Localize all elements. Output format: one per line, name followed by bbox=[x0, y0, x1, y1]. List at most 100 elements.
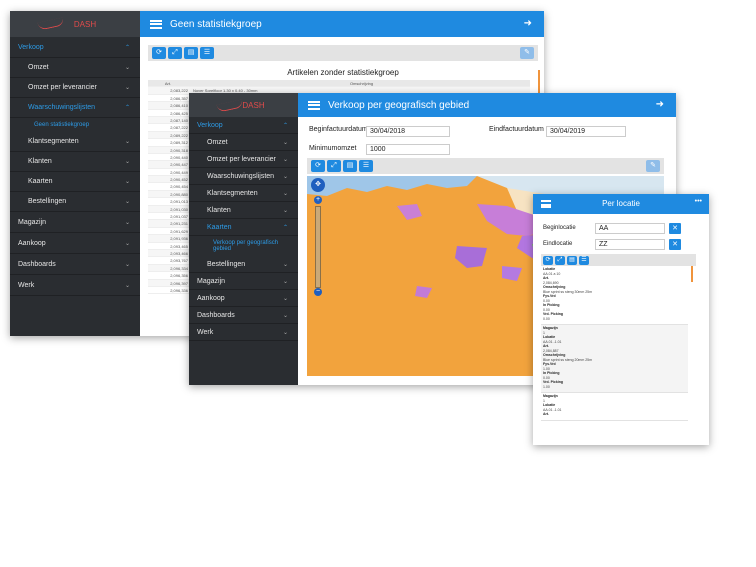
map-pan-control[interactable]: ✥ bbox=[311, 178, 325, 192]
sidebar-item-label: Geen statistiekgroep bbox=[34, 122, 90, 128]
sidebar-item-label: Omzet per leverancier bbox=[28, 84, 97, 91]
begin-date-field[interactable]: 30/04/2018 bbox=[366, 126, 450, 137]
filter-icon[interactable]: ☰ bbox=[579, 255, 589, 265]
refresh-icon[interactable]: ⟳ bbox=[152, 47, 166, 59]
sidebar-item-label: Verkoop bbox=[197, 121, 223, 129]
chevron-up-icon: ⌃ bbox=[282, 224, 288, 231]
cell-art: 2,089,222 bbox=[170, 132, 188, 138]
cell-art: 2,090,440 bbox=[170, 154, 188, 160]
expand-icon[interactable]: ⤢ bbox=[327, 160, 341, 172]
sidebar-nav: Verkoop ⌃ Omzet ⌄ Omzet per leverancier ⌄ Waar… bbox=[10, 37, 140, 296]
chevron-down-icon: ⌄ bbox=[282, 156, 288, 163]
sidebar-item-werk[interactable]: Werk ⌄ bbox=[10, 275, 140, 296]
cell-art: 2,089,312 bbox=[170, 140, 188, 146]
cell-art: 2,087,140 bbox=[170, 117, 188, 123]
col-header-desc: Omschrijving bbox=[349, 81, 374, 86]
cell-art: 2,090,449 bbox=[170, 169, 188, 175]
map-zoom-slider[interactable] bbox=[315, 206, 321, 288]
min-revenue-field[interactable]: 1000 bbox=[366, 144, 450, 155]
logout-icon[interactable]: ➜ bbox=[524, 18, 532, 29]
sidebar-item-label: Aankoop bbox=[197, 294, 225, 302]
cell-art: 2,096,356 bbox=[170, 273, 188, 279]
chevron-down-icon: ⌄ bbox=[124, 65, 130, 71]
sidebar-nav: Verkoop ⌃ Omzet ⌄ Omzet per leverancier ⌄ Waar… bbox=[189, 117, 298, 341]
sidebar-item-kaarten[interactable]: Kaarten ⌄ bbox=[10, 172, 140, 192]
sidebar-item-bestellingen[interactable]: Bestellingen ⌄ bbox=[189, 256, 298, 273]
brand-text: DASH bbox=[242, 100, 265, 110]
chevron-down-icon: ⌄ bbox=[124, 240, 130, 247]
logout-icon[interactable]: ➜ bbox=[656, 99, 664, 110]
field-label: Art. bbox=[543, 412, 550, 416]
document-icon[interactable]: ▤ bbox=[343, 160, 357, 172]
document-icon[interactable]: ▤ bbox=[184, 47, 198, 59]
hamburger-menu-icon[interactable] bbox=[308, 100, 320, 110]
sidebar-item-klantsegmenten[interactable]: Klantsegmenten ⌄ bbox=[10, 132, 140, 152]
filter-icon[interactable]: ☰ bbox=[200, 47, 214, 59]
clear-end-button[interactable]: ✕ bbox=[669, 239, 681, 250]
map-zoom-out-button[interactable]: − bbox=[314, 288, 322, 296]
sidebar-item-klanten[interactable]: Klanten ⌄ bbox=[189, 202, 298, 219]
list-item[interactable]: Magazijn 1 Lokatie AA.01 -1.01 Art. 2,084,887… bbox=[541, 325, 688, 393]
sidebar-item-label: Klanten bbox=[207, 206, 231, 214]
expand-icon[interactable]: ⤢ bbox=[168, 47, 182, 59]
end-date-field[interactable]: 30/04/2019 bbox=[546, 126, 626, 137]
table-header: Art. Omschrijving bbox=[148, 80, 530, 88]
sidebar-item-omzet[interactable]: Omzet ⌄ bbox=[10, 58, 140, 78]
sidebar-item-label: Waarschuwingslijsten bbox=[28, 104, 96, 111]
sidebar-item-label: Bestellingen bbox=[28, 198, 67, 205]
chevron-down-icon: ⌄ bbox=[282, 312, 288, 319]
sidebar-item-omzet[interactable]: Omzet ⌄ bbox=[189, 134, 298, 151]
sidebar-item-verkoop[interactable]: Verkoop ⌃ bbox=[10, 37, 140, 58]
wrench-icon[interactable]: ✎ bbox=[646, 160, 660, 172]
refresh-icon[interactable]: ⟳ bbox=[543, 255, 553, 265]
sidebar-item-klanten[interactable]: Klanten ⌄ bbox=[10, 152, 140, 172]
sidebar-item-bestellingen[interactable]: Bestellingen ⌄ bbox=[10, 192, 140, 212]
sidebar-item-omzet-per-leverancier[interactable]: Omzet per leverancier ⌄ bbox=[10, 78, 140, 98]
expand-icon[interactable]: ⤢ bbox=[555, 255, 565, 265]
hamburger-menu-icon[interactable] bbox=[150, 19, 162, 29]
page-title: Verkoop per geografisch gebied bbox=[328, 99, 470, 111]
sidebar-item-magazijn[interactable]: Magazijn ⌄ bbox=[10, 212, 140, 233]
list-item[interactable]: Magazijn 1 Lokatie AA.01 -1.01 Art. bbox=[541, 393, 688, 421]
sidebar-item-kaarten[interactable]: Kaarten ⌃ bbox=[189, 219, 298, 236]
scrollbar[interactable] bbox=[691, 266, 693, 282]
cell-art: 2,091,629 bbox=[170, 228, 188, 234]
wrench-icon[interactable]: ✎ bbox=[520, 47, 534, 59]
map-zoom-in-button[interactable]: + bbox=[314, 196, 322, 204]
sidebar-item-werk[interactable]: Werk ⌄ bbox=[189, 324, 298, 341]
document-icon[interactable]: ▤ bbox=[567, 255, 577, 265]
sidebar-item-label: Aankoop bbox=[18, 239, 46, 247]
sidebar: DASH Verkoop ⌃ Omzet ⌄ Omzet per leverancier… bbox=[10, 11, 140, 336]
sidebar-item-geen-statistiekgroep[interactable]: Geen statistiekgroep bbox=[10, 118, 140, 132]
sidebar-item-aankoop[interactable]: Aankoop ⌄ bbox=[10, 233, 140, 254]
brand-logo[interactable]: DASH bbox=[10, 11, 140, 37]
sidebar-item-aankoop[interactable]: Aankoop ⌄ bbox=[189, 290, 298, 307]
sidebar-item-verkoop[interactable]: Verkoop ⌃ bbox=[189, 117, 298, 134]
top-header: Per locatie ••• bbox=[533, 194, 709, 214]
chevron-up-icon: ⌃ bbox=[124, 44, 130, 51]
sidebar-item-magazijn[interactable]: Magazijn ⌄ bbox=[189, 273, 298, 290]
sidebar-item-waarschuwingslijsten[interactable]: Waarschuwingslijsten ⌃ bbox=[10, 98, 140, 118]
sidebar-item-label: Omzet per leverancier bbox=[207, 155, 276, 163]
brand-logo[interactable]: DASH bbox=[189, 93, 298, 117]
more-options-icon[interactable]: ••• bbox=[695, 198, 702, 205]
chevron-up-icon: ⌃ bbox=[282, 122, 288, 129]
chevron-down-icon: ⌄ bbox=[282, 295, 288, 302]
filter-icon[interactable]: ☰ bbox=[359, 160, 373, 172]
chevron-down-icon: ⌄ bbox=[282, 261, 288, 268]
clear-begin-button[interactable]: ✕ bbox=[669, 223, 681, 234]
sidebar-item-label: Kaarten bbox=[28, 178, 53, 185]
sidebar-item-dashboards[interactable]: Dashboards ⌄ bbox=[189, 307, 298, 324]
sidebar-item-waarschuwingslijsten[interactable]: Waarschuwingslijsten ⌄ bbox=[189, 168, 298, 185]
location-list: Lokatie AA.01 a 10 Art. 2,084,690 Omschrijvi… bbox=[541, 266, 688, 421]
refresh-icon[interactable]: ⟳ bbox=[311, 160, 325, 172]
sidebar-item-verkoop-per-geografisch-gebied[interactable]: Verkoop per geografisch gebied bbox=[189, 236, 298, 256]
sidebar-item-dashboards[interactable]: Dashboards ⌄ bbox=[10, 254, 140, 275]
sidebar-item-omzet-per-leverancier[interactable]: Omzet per leverancier ⌄ bbox=[189, 151, 298, 168]
list-item[interactable]: Lokatie AA.01 a 10 Art. 2,084,690 Omschrijvi… bbox=[541, 266, 688, 325]
begin-location-field[interactable]: AA bbox=[595, 223, 665, 234]
end-location-field[interactable]: ZZ bbox=[595, 239, 665, 250]
sidebar-item-klantsegmenten[interactable]: Klantsegmenten ⌄ bbox=[189, 185, 298, 202]
chevron-down-icon: ⌄ bbox=[282, 329, 288, 336]
field-value: 0.00 bbox=[543, 316, 550, 321]
